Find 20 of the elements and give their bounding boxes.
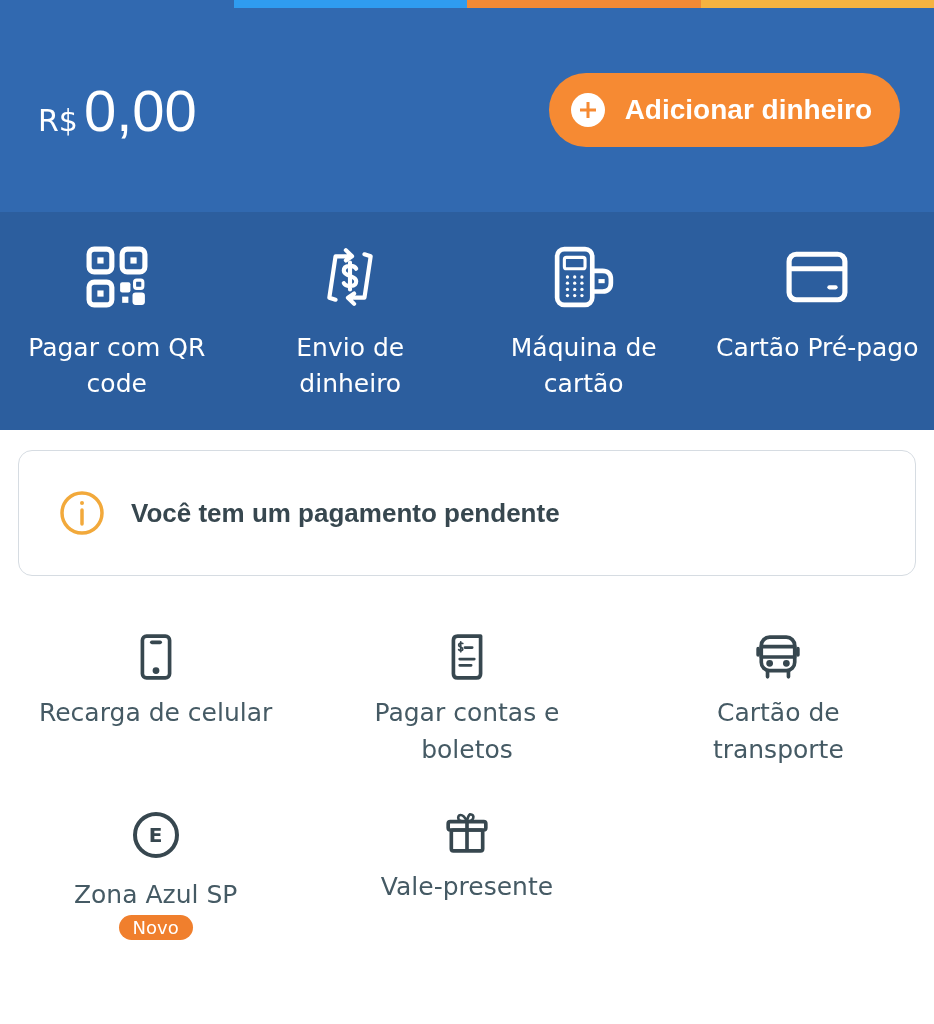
service-button[interactable]: Vale-presente	[311, 808, 623, 940]
notice-text: Você tem um pagamento pendente	[131, 497, 560, 529]
plus-icon	[570, 93, 605, 127]
service-button[interactable]: Pagar contas e boletos	[311, 634, 623, 768]
service-button[interactable]: E Zona Azul SP Novo	[0, 808, 312, 940]
card-machine-icon	[552, 246, 615, 308]
quick-action-button[interactable]: Cartão Pré-pago	[700, 246, 934, 430]
service-button[interactable]: Cartão de transporte	[622, 634, 934, 768]
quick-action-button[interactable]: Pagar com QR code	[0, 246, 234, 430]
pending-payment-notice[interactable]: Você tem um pagamento pendente	[18, 450, 916, 576]
info-icon	[59, 490, 105, 536]
balance-amount: 0,00	[83, 76, 197, 144]
currency-symbol: R$	[38, 102, 78, 138]
quick-action-button[interactable]: Envio de dinheiro	[233, 246, 467, 430]
bus-icon	[755, 634, 802, 680]
letter-circle-icon: E	[132, 812, 179, 858]
qr-code-icon	[85, 246, 148, 308]
quick-action-button[interactable]: Máquina de cartão	[467, 246, 701, 430]
service-button[interactable]: Recarga de celular	[0, 634, 312, 768]
new-badge: Novo	[118, 915, 193, 940]
